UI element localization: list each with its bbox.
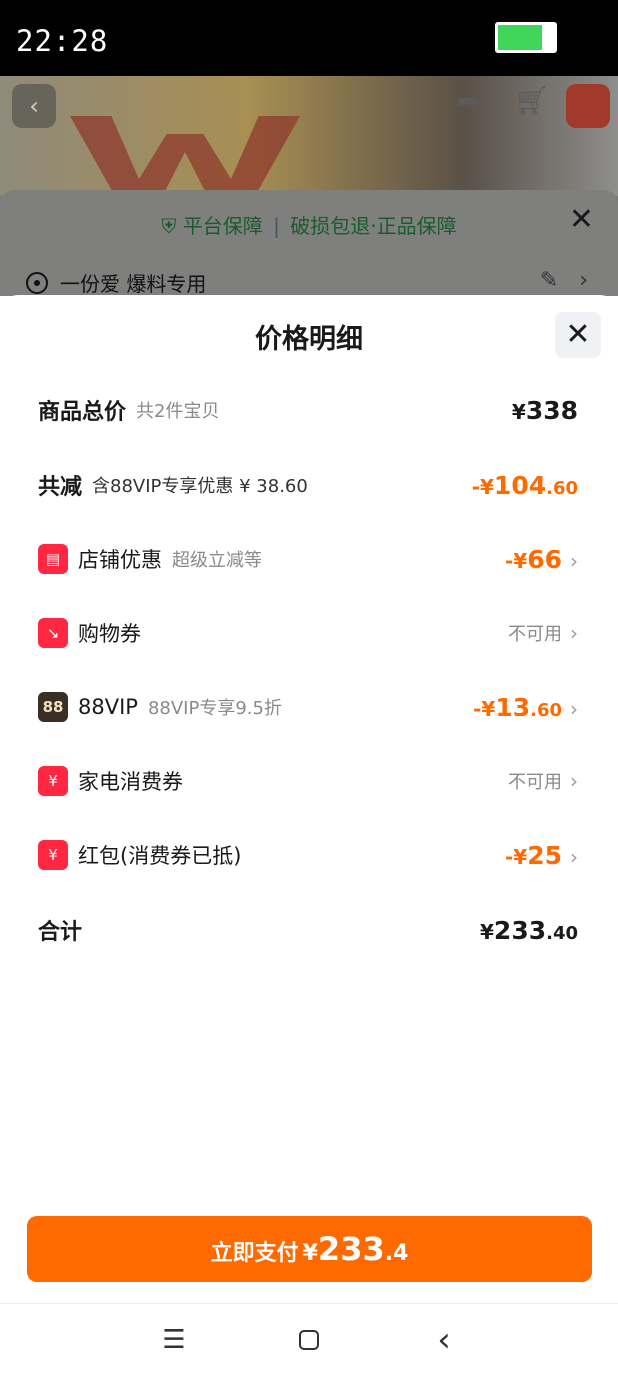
chevron-right-icon: › [570,548,578,573]
battery-icon [495,22,557,53]
cart-icon: 🛒︎ [514,84,550,117]
system-nav-bar: ☰ ‹ [0,1303,618,1375]
coupon-icon: ↘ [38,618,68,648]
chevron-right-icon: › [570,621,578,645]
back-icon: ‹ [12,84,56,128]
appliance-coupon-icon: ¥ [38,766,68,796]
total-row: 合计 ¥233.40 [38,915,578,946]
chevron-right-icon: › [579,268,588,293]
chevron-right-icon: › [570,769,578,793]
background-page: ‹ ➦ 🛒︎ ⛨ 平台保障 | 破损包退·正品保障 ✕ 一份爱 爆料专用 ✎ › [0,76,618,296]
close-button[interactable]: ✕ [555,312,601,358]
appliance-coupon-status: 不可用 [508,772,562,793]
order-sheet-background: ⛨ 平台保障 | 破损包退·正品保障 ✕ 一份爱 爆料专用 ✎ › [0,190,618,296]
total-reduce-amount: -¥ 104.60 [471,470,578,500]
total-amount: ¥233.40 [480,915,578,945]
sheet-close-icon: ✕ [568,202,594,237]
location-pin-icon [26,271,48,294]
appliance-coupon-row[interactable]: ¥ 家电消费券 不可用 › [38,761,578,801]
back-icon[interactable]: ‹ [424,1320,464,1360]
edit-address: ✎ › [540,268,588,293]
vip-amount: -¥13.60 [473,692,562,722]
status-bar: 22:28 [0,0,618,76]
red-packet-row[interactable]: ¥ 红包(消费券已抵) -¥25 › [38,835,578,875]
goods-total-row: 商品总价 共2件宝贝 ¥338 [38,395,578,426]
chevron-right-icon: › [570,844,578,869]
panel-title: 价格明细 [255,324,363,355]
address-text: 一份爱 爆料专用 [60,272,207,296]
red-packet-amount: -¥25 [504,840,562,870]
close-icon: ✕ [565,317,591,352]
pay-now-button[interactable]: 立即支付 ¥ 233 .4 [27,1216,592,1282]
store-icon [566,84,610,128]
88vip-icon: 88 [38,692,68,722]
store-icon: ▤ [38,544,68,574]
shield-icon: ⛨ [161,214,177,238]
share-icon: ➦ [456,84,480,117]
coupon-status: 不可用 [508,624,562,645]
status-time: 22:28 [16,24,109,58]
menu-icon[interactable]: ☰ [154,1322,194,1358]
red-packet-icon: ¥ [38,840,68,870]
price-detail-panel: 价格明细 ✕ 商品总价 共2件宝贝 ¥338 共减 含88VIP专享优惠 ¥ 3… [0,295,618,1375]
shop-discount-amount: -¥66 [504,544,562,574]
vip-row[interactable]: 88 88VIP 88VIP专享9.5折 -¥13.60 › [38,687,578,727]
address-row: 一份爱 爆料专用 [26,268,206,296]
guarantee-banner: ⛨ 平台保障 | 破损包退·正品保障 [161,214,457,238]
goods-total-amount: ¥338 [511,395,578,425]
home-button[interactable] [289,1322,329,1358]
edit-icon: ✎ [539,268,559,293]
home-icon [299,1330,319,1350]
total-reduce-row: 共减 含88VIP专享优惠 ¥ 38.60 -¥ 104.60 [38,470,578,501]
coupon-row[interactable]: ↘ 购物券 不可用 › [38,613,578,653]
shop-discount-row[interactable]: ▤ 店铺优惠 超级立减等 -¥66 › [38,539,578,579]
chevron-right-icon: › [570,696,578,721]
battery-level [498,25,542,50]
